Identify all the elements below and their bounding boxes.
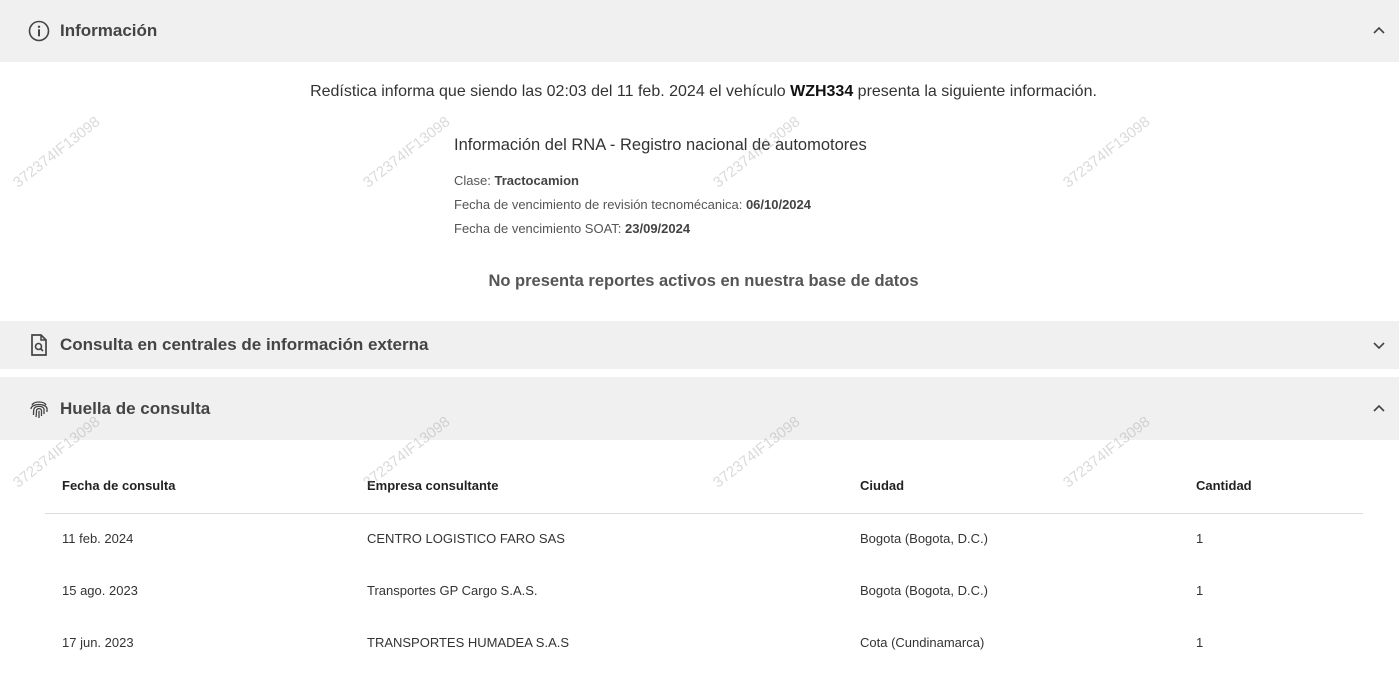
info-panel-header[interactable]: Información — [0, 0, 1399, 62]
table-cell-fecha: 15 ago. 2023 — [62, 583, 138, 598]
table-cell-cantidad: 1 — [1196, 531, 1204, 546]
intro-text: Redística informa que siendo las 02:03 d… — [0, 83, 1399, 101]
rna-title: Información del RNA - Registro nacional … — [454, 136, 867, 154]
table-cell-fecha: 17 jun. 2023 — [62, 635, 134, 650]
column-header-fecha: Fecha de consulta — [62, 478, 176, 493]
info-circle-icon — [27, 19, 51, 43]
info-panel-title: Información — [60, 21, 158, 40]
table-cell-cantidad: 1 — [1196, 635, 1204, 650]
clase-line: Clase: Tractocamion — [454, 173, 579, 188]
fingerprint-icon — [27, 397, 51, 421]
soat-value: 23/09/2024 — [625, 221, 691, 236]
soat-label: Fecha de vencimiento SOAT: — [454, 221, 626, 236]
clase-label: Clase: — [454, 173, 495, 188]
huella-panel-title: Huella de consulta — [60, 398, 211, 418]
column-header-cantidad: Cantidad — [1196, 478, 1252, 493]
huella-panel-header[interactable]: Huella de consulta — [0, 377, 1399, 440]
table-cell-ciudad: Cota (Cundinamarca) — [860, 635, 985, 650]
document-search-icon — [27, 333, 51, 357]
clase-value: Tractocamion — [494, 173, 579, 188]
column-header-ciudad: Ciudad — [860, 478, 905, 493]
table-cell-cantidad: 1 — [1196, 583, 1204, 598]
table-cell-empresa: TRANSPORTES HUMADEA S.A.S — [367, 635, 570, 650]
chevron-down-icon[interactable] — [1371, 337, 1387, 353]
intro-suffix: presenta la siguiente información. — [853, 83, 1097, 100]
table-cell-empresa: CENTRO LOGISTICO FARO SAS — [367, 531, 565, 546]
external-panel-title: Consulta en centrales de información ext… — [60, 335, 429, 354]
tecno-line: Fecha de vencimiento de revisión tecnomé… — [454, 197, 811, 212]
tecno-value: 06/10/2024 — [745, 197, 812, 212]
vehicle-plate: WZH334 — [790, 83, 854, 100]
table-cell-fecha: 11 feb. 2024 — [62, 531, 134, 546]
table-divider — [45, 513, 1363, 514]
chevron-up-icon[interactable] — [1371, 23, 1387, 39]
external-panel-header[interactable]: Consulta en centrales de información ext… — [0, 321, 1399, 369]
tecno-label: Fecha de vencimiento de revisión tecnomé… — [454, 197, 746, 212]
column-header-empresa: Empresa consultante — [367, 478, 499, 493]
soat-line: Fecha de vencimiento SOAT: 23/09/2024 — [454, 221, 690, 236]
chevron-up-icon[interactable] — [1371, 401, 1387, 417]
table-cell-ciudad: Bogota (Bogota, D.C.) — [860, 531, 988, 546]
no-reports-message: No presenta reportes activos en nuestra … — [488, 272, 919, 290]
intro-prefix: Redística informa que siendo las 02:03 d… — [310, 83, 791, 100]
table-cell-ciudad: Bogota (Bogota, D.C.) — [860, 583, 988, 598]
table-cell-empresa: Transportes GP Cargo S.A.S. — [367, 583, 538, 598]
